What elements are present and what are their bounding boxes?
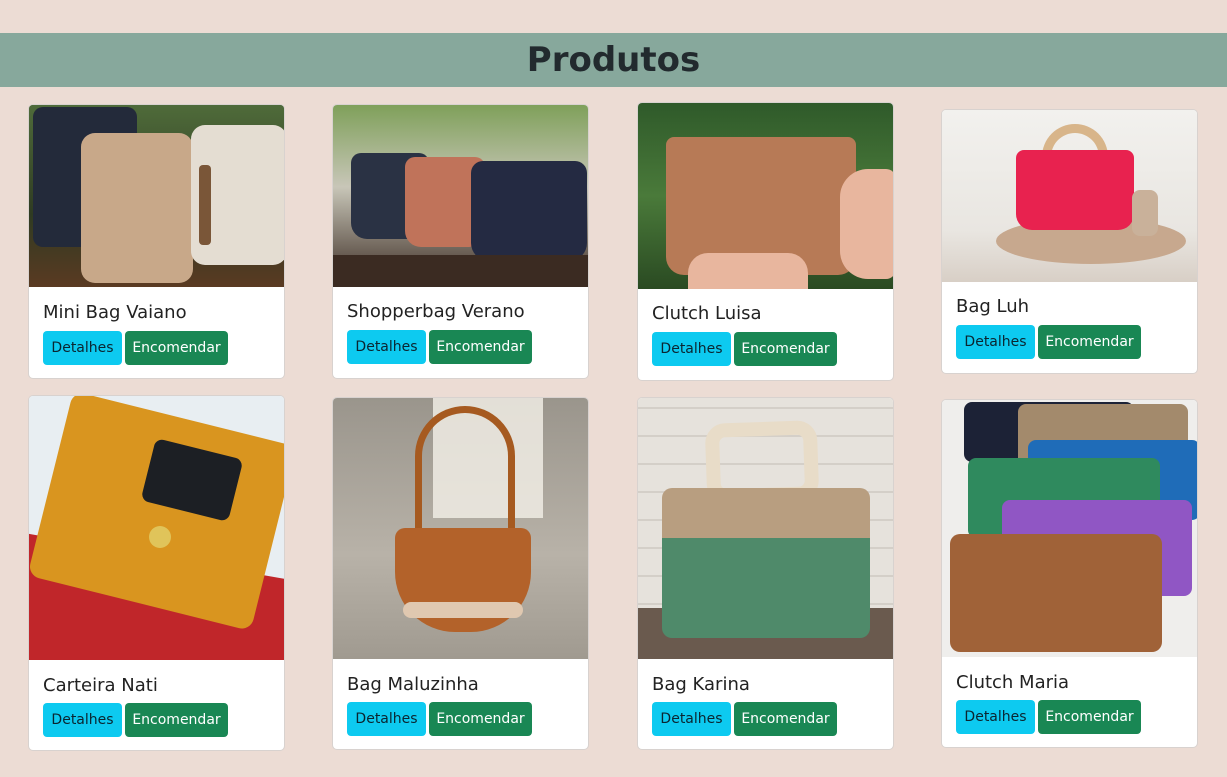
order-button[interactable]: Encomendar [429,330,532,364]
product-name: Clutch Luisa [652,303,762,324]
details-button[interactable]: Detalhes [652,702,731,736]
page-header: Produtos [0,33,1227,87]
product-name: Bag Luh [956,296,1030,317]
product-name: Mini Bag Vaiano [43,302,187,323]
details-button[interactable]: Detalhes [43,703,122,737]
product-card: Mini Bag Vaiano Detalhes Encomendar [28,104,285,379]
order-button[interactable]: Encomendar [1038,325,1141,359]
order-button[interactable]: Encomendar [125,331,228,365]
product-name: Shopperbag Verano [347,301,525,322]
order-button[interactable]: Encomendar [429,702,532,736]
product-name: Clutch Maria [956,672,1070,693]
product-card: Clutch Maria Detalhes Encomendar [941,399,1198,748]
product-image[interactable] [638,103,893,289]
details-button[interactable]: Detalhes [43,331,122,365]
details-button[interactable]: Detalhes [956,700,1035,734]
order-button[interactable]: Encomendar [1038,700,1141,734]
product-card: Bag Karina Detalhes Encomendar [637,397,894,750]
details-button[interactable]: Detalhes [652,332,731,366]
product-image[interactable] [942,110,1197,282]
order-button[interactable]: Encomendar [734,702,837,736]
product-card: Bag Luh Detalhes Encomendar [941,109,1198,374]
product-image[interactable] [942,400,1197,657]
product-image[interactable] [29,105,284,287]
details-button[interactable]: Detalhes [347,702,426,736]
product-card: Clutch Luisa Detalhes Encomendar [637,102,894,381]
product-name: Carteira Nati [43,675,158,696]
product-image[interactable] [638,398,893,659]
product-name: Bag Maluzinha [347,674,479,695]
details-button[interactable]: Detalhes [347,330,426,364]
product-name: Bag Karina [652,674,750,695]
product-image[interactable] [29,396,284,660]
order-button[interactable]: Encomendar [125,703,228,737]
product-image[interactable] [333,105,588,287]
details-button[interactable]: Detalhes [956,325,1035,359]
order-button[interactable]: Encomendar [734,332,837,366]
page-title: Produtos [526,40,701,80]
product-image[interactable] [333,398,588,659]
product-card: Bag Maluzinha Detalhes Encomendar [332,397,589,750]
product-card: Carteira Nati Detalhes Encomendar [28,395,285,751]
product-card: Shopperbag Verano Detalhes Encomendar [332,104,589,379]
